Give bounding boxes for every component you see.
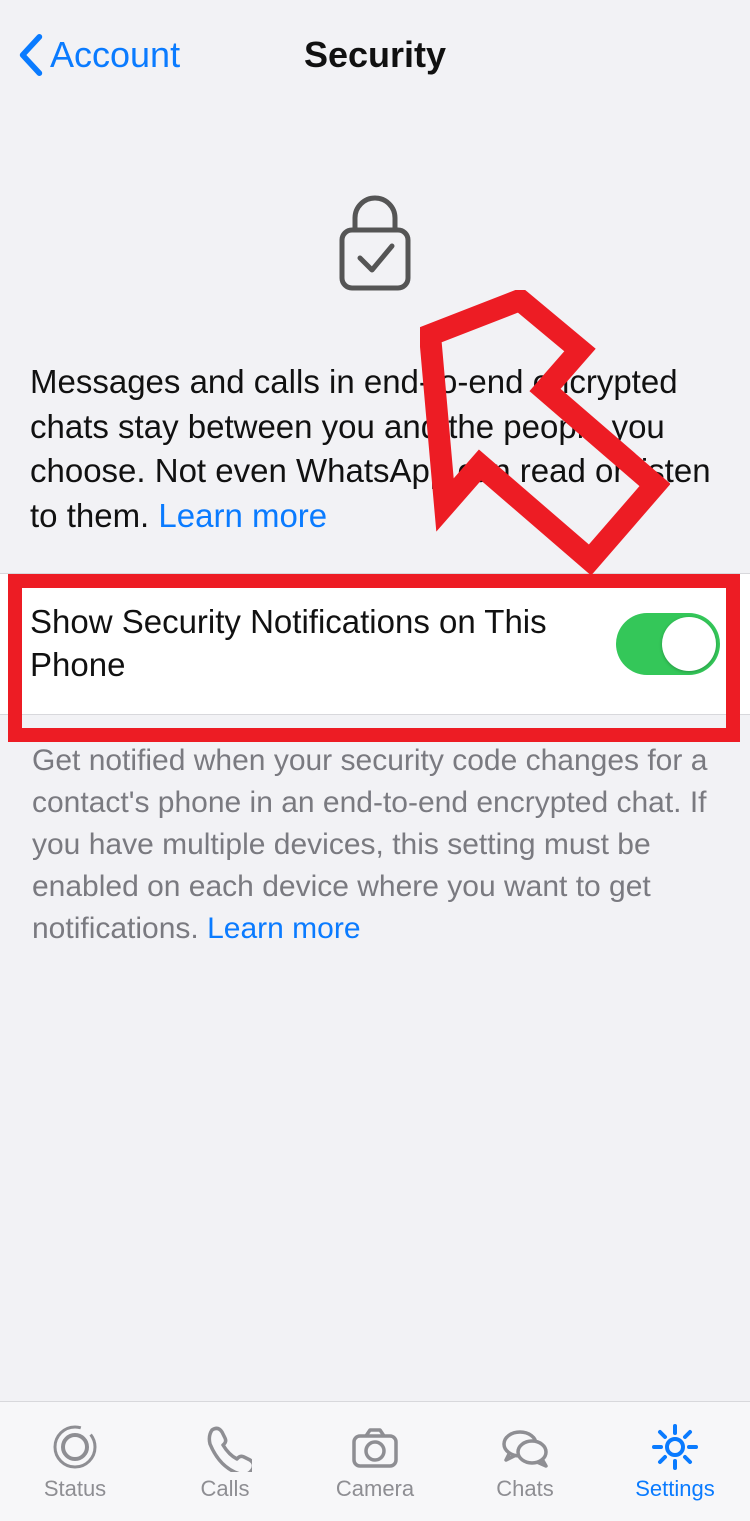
tab-camera[interactable]: Camera	[300, 1402, 450, 1521]
camera-icon	[348, 1422, 402, 1472]
setting-description: Get notified when your security code cha…	[0, 715, 750, 975]
tab-calls[interactable]: Calls	[150, 1402, 300, 1521]
tab-label: Settings	[635, 1476, 715, 1502]
back-label: Account	[50, 34, 180, 76]
toggle-knob	[662, 617, 716, 671]
back-button[interactable]: Account	[0, 34, 180, 76]
footer-body: Get notified when your security code cha…	[32, 744, 707, 945]
tab-chats[interactable]: Chats	[450, 1402, 600, 1521]
tab-status[interactable]: Status	[0, 1402, 150, 1521]
lock-illustration	[0, 110, 750, 340]
status-icon	[48, 1422, 102, 1472]
lock-check-icon	[320, 180, 430, 300]
phone-icon	[198, 1422, 252, 1472]
footer-learn-more-link[interactable]: Learn more	[207, 912, 360, 945]
security-notifications-toggle[interactable]	[616, 613, 720, 675]
intro-learn-more-link[interactable]: Learn more	[158, 497, 327, 534]
settings-group: Show Security Notifications on This Phon…	[0, 573, 750, 715]
setting-label: Show Security Notifications on This Phon…	[30, 601, 616, 687]
intro-text: Messages and calls in end-to-end encrypt…	[0, 340, 750, 573]
tab-bar: Status Calls Camera Chats	[0, 1401, 750, 1521]
intro-body: Messages and calls in end-to-end encrypt…	[30, 363, 711, 534]
gear-icon	[648, 1422, 702, 1472]
tab-label: Camera	[336, 1476, 414, 1502]
tab-label: Calls	[201, 1476, 250, 1502]
chats-icon	[498, 1422, 552, 1472]
tab-settings[interactable]: Settings	[600, 1402, 750, 1521]
navbar: Account Security	[0, 0, 750, 110]
show-security-notifications-row[interactable]: Show Security Notifications on This Phon…	[0, 574, 750, 714]
tab-label: Chats	[496, 1476, 553, 1502]
chevron-left-icon	[18, 34, 44, 76]
tab-label: Status	[44, 1476, 106, 1502]
